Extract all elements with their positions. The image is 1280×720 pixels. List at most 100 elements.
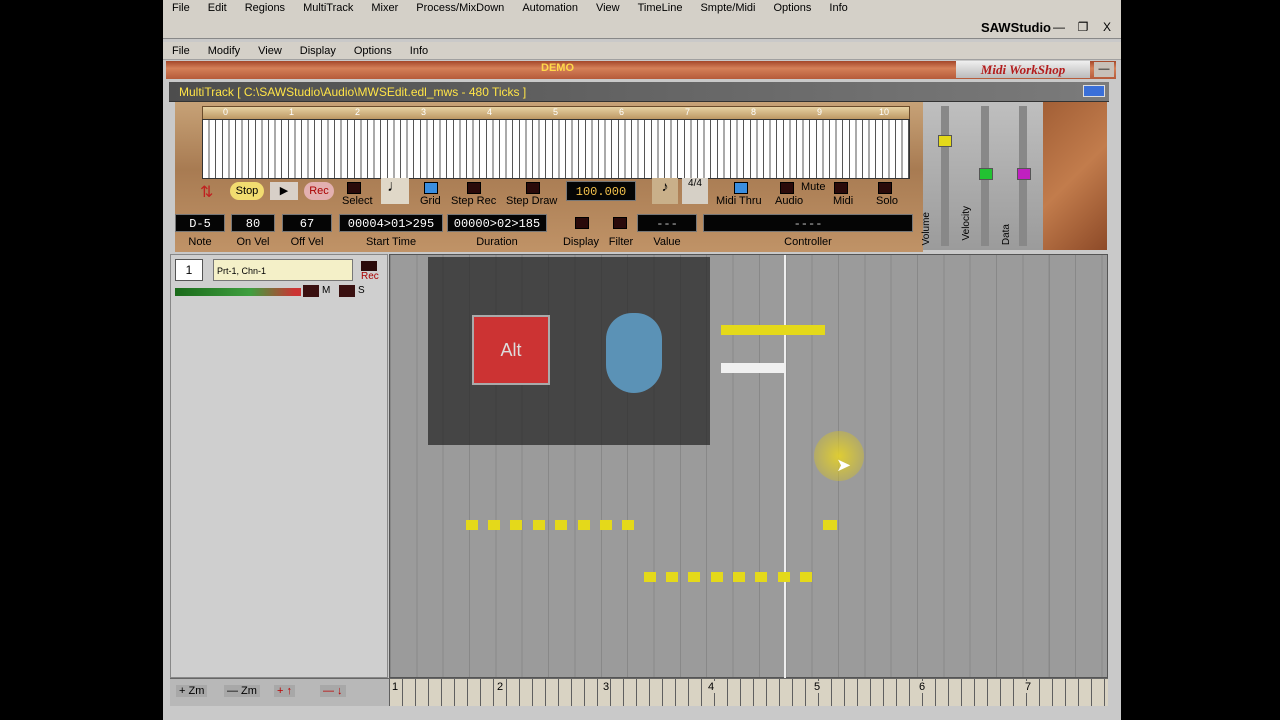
on-velocity-field[interactable]: 80 — [231, 214, 275, 232]
midi-thru-button[interactable]: Midi Thru — [716, 195, 762, 207]
midi-note[interactable] — [578, 520, 590, 530]
track-mute-button[interactable]: M — [322, 285, 330, 296]
selected-midi-note[interactable] — [721, 363, 785, 373]
value-field[interactable]: --- — [637, 214, 697, 232]
midi-note[interactable] — [733, 572, 745, 582]
alt-key-icon: Alt — [472, 315, 550, 385]
controller-label: Controller — [784, 236, 832, 248]
step-rec-button[interactable]: Step Rec — [451, 195, 496, 207]
titlebar: SAWStudio — ❐ X — [163, 17, 1121, 39]
track-solo-button[interactable]: S — [358, 285, 365, 296]
start-time-field[interactable]: 00004>01>295 — [339, 214, 443, 232]
controller-field[interactable]: ---- — [703, 214, 913, 232]
midi-mute-button[interactable]: Midi — [833, 195, 853, 207]
stop-button[interactable]: Stop — [230, 182, 264, 200]
note-icon[interactable]: ♩ — [381, 178, 409, 204]
minimize-button[interactable]: — — [1049, 20, 1069, 36]
submenu-file[interactable]: File — [163, 42, 199, 59]
play-button[interactable]: ▶ — [270, 182, 298, 200]
menu-automation[interactable]: Automation — [513, 0, 587, 17]
audio-led — [780, 182, 794, 194]
track-height-decrease-button[interactable]: — ↓ — [320, 685, 346, 697]
off-velocity-field[interactable]: 67 — [282, 214, 332, 232]
metronome-icon[interactable]: ♪ — [652, 178, 678, 204]
midi-note[interactable] — [622, 520, 634, 530]
start-time-label: Start Time — [365, 236, 417, 248]
menu-file[interactable]: File — [163, 0, 199, 17]
tempo-display[interactable]: 100.000 — [566, 181, 636, 201]
midi-note[interactable] — [555, 520, 567, 530]
timeline-mark: 5 — [813, 681, 822, 693]
audio-mute-button[interactable]: Audio — [775, 195, 803, 207]
banner-minimize-button[interactable]: — — [1094, 62, 1114, 77]
midi-workshop-logo: Midi WorkShop — [956, 61, 1090, 78]
submenu-display[interactable]: Display — [291, 42, 345, 59]
midi-note[interactable] — [466, 520, 478, 530]
midi-note[interactable] — [600, 520, 612, 530]
menu-regions[interactable]: Regions — [236, 0, 294, 17]
submenu-modify[interactable]: Modify — [199, 42, 249, 59]
solo-button[interactable]: Solo — [876, 195, 898, 207]
sub-menubar: File Modify View Display Options Info — [163, 42, 1121, 60]
midi-note[interactable] — [755, 572, 767, 582]
menu-smpte[interactable]: Smpte/Midi — [691, 0, 764, 17]
duration-field[interactable]: 00000>02>185 — [447, 214, 547, 232]
track-rec-button[interactable]: Rec — [361, 271, 379, 282]
midi-note[interactable] — [666, 572, 678, 582]
midi-note[interactable] — [800, 572, 812, 582]
off-vel-label: Off Vel — [290, 236, 324, 248]
track-name[interactable]: Prt-1, Chn-1 — [213, 259, 353, 281]
grid-button[interactable]: Grid — [420, 195, 441, 207]
record-button[interactable]: Rec — [304, 182, 334, 200]
grid-led — [424, 182, 438, 194]
menu-edit[interactable]: Edit — [199, 0, 236, 17]
midi-note[interactable] — [533, 520, 545, 530]
midi-note[interactable] — [510, 520, 522, 530]
midi-note[interactable] — [778, 572, 790, 582]
plugin-banner: DEMO Midi WorkShop — — [166, 61, 1116, 79]
timeline-ruler[interactable]: 1 2 3 4 5 6 7 — [389, 679, 1108, 706]
velocity-fader-knob[interactable] — [979, 168, 993, 180]
volume-fader-knob[interactable] — [938, 135, 952, 147]
menu-info[interactable]: Info — [820, 0, 856, 17]
menu-options[interactable]: Options — [765, 0, 821, 17]
data-fader-knob[interactable] — [1017, 168, 1031, 180]
note-field[interactable]: D-5 — [175, 214, 225, 232]
zoom-out-button[interactable]: — Zm — [224, 685, 260, 697]
time-signature-icon[interactable]: 4/4 — [682, 178, 708, 204]
octave-label: 3 — [421, 107, 427, 117]
timeline-mark: 2 — [496, 681, 505, 693]
menu-timeline[interactable]: TimeLine — [629, 0, 692, 17]
piano-keyboard[interactable] — [202, 119, 910, 179]
submenu-info[interactable]: Info — [401, 42, 437, 59]
step-draw-button[interactable]: Step Draw — [506, 195, 557, 207]
multitrack-window-button[interactable] — [1083, 85, 1105, 97]
midi-note[interactable] — [711, 572, 723, 582]
solo-led — [339, 285, 355, 297]
restore-button[interactable]: ❐ — [1073, 20, 1093, 36]
volume-label: Volume — [921, 212, 932, 246]
midi-note[interactable] — [688, 572, 700, 582]
menu-mixer[interactable]: Mixer — [362, 0, 407, 17]
menu-process[interactable]: Process/MixDown — [407, 0, 513, 17]
midi-note[interactable] — [823, 520, 837, 530]
piano-roll-grid[interactable]: Alt ➤ — [389, 254, 1108, 679]
track-height-increase-button[interactable]: + ↑ — [274, 685, 295, 697]
midi-note[interactable] — [644, 572, 656, 582]
zoom-in-button[interactable]: + Zm — [176, 685, 208, 697]
midi-note[interactable] — [488, 520, 500, 530]
up-down-arrows-icon[interactable]: ⇅ — [200, 182, 213, 202]
submenu-view[interactable]: View — [249, 42, 291, 59]
select-button[interactable]: Select — [342, 195, 373, 207]
menu-multitrack[interactable]: MultiTrack — [294, 0, 362, 17]
volume-fader-track — [941, 106, 949, 246]
submenu-options[interactable]: Options — [345, 42, 401, 59]
midi-note[interactable] — [721, 325, 825, 335]
filter-label: Filter — [608, 236, 634, 248]
solo-led — [878, 182, 892, 194]
track-level-meter — [175, 288, 301, 296]
close-button[interactable]: X — [1097, 20, 1117, 36]
menu-view[interactable]: View — [587, 0, 629, 17]
rec-led — [361, 261, 377, 271]
value-label: Value — [653, 236, 681, 248]
